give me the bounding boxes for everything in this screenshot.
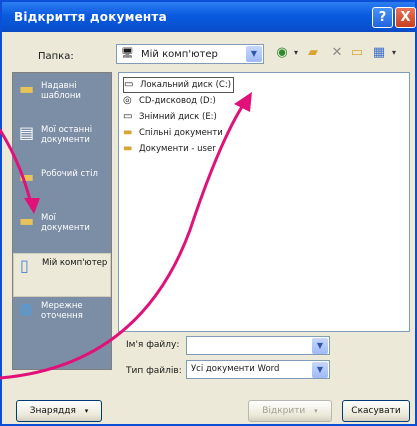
file-name-text: Документи - user — [139, 144, 216, 154]
place-desktop[interactable]: ▬ Робочий стіл — [13, 165, 111, 209]
place-recent-documents[interactable]: ▤ Мої останні документи — [13, 121, 111, 165]
close-button[interactable]: X — [395, 7, 416, 28]
file-name-text: Знімний диск (E:) — [139, 112, 217, 122]
place-templates[interactable]: ▬ Надавні шаблони — [13, 77, 111, 121]
file-name-label: Ім'я файлу: — [126, 340, 180, 350]
look-in-dropdown[interactable]: 🖥 Мій комп'ютер ▼ — [116, 44, 264, 64]
place-network[interactable]: ◍ Мережне оточення — [13, 297, 111, 341]
file-name-field[interactable]: ▼ — [186, 336, 330, 355]
tools-button-label: Знаряддя — [29, 406, 76, 416]
places-bar: ▬ Надавні шаблони ▤ Мої останні документ… — [12, 72, 112, 370]
place-label: Мої документи — [41, 213, 90, 233]
help-button[interactable]: ? — [372, 7, 393, 28]
file-name-text: Локальний диск (C:) — [140, 80, 232, 90]
back-icon[interactable]: ◉ — [274, 45, 290, 61]
list-item[interactable]: ▭ Знімний диск (E:) — [123, 110, 217, 124]
place-label: Мережне оточення — [41, 301, 83, 321]
place-label: Надавні шаблони — [41, 81, 81, 101]
list-item[interactable]: ▬ Документи - user — [123, 142, 216, 156]
my-computer-icon: 🖥 — [121, 48, 134, 59]
file-name-text: CD-дисковод (D:) — [139, 96, 216, 106]
local-disk-icon: ▭ — [124, 79, 134, 90]
file-type-value: Усі документи Word — [191, 364, 280, 374]
cd-drive-icon: ◎ — [123, 95, 132, 106]
place-label: Робочий стіл — [41, 169, 98, 179]
up-folder-icon[interactable]: ▰ — [304, 45, 322, 61]
folder-icon: ▬ — [123, 127, 133, 138]
open-document-dialog: Відкриття документа ? X Папка: 🖥 Мій ком… — [0, 0, 417, 426]
place-my-documents[interactable]: ▬ Мої документи — [13, 209, 111, 253]
open-button-label: Відкрити — [262, 406, 306, 416]
list-item[interactable]: ▭ Локальний диск (C:) — [123, 77, 235, 93]
open-button[interactable]: Відкрити ▾ — [248, 400, 332, 422]
place-label: Мої останні документи — [41, 125, 93, 145]
window-title: Відкриття документа — [14, 10, 167, 24]
removable-disk-icon: ▭ — [123, 111, 133, 122]
my-documents-icon: ▤ — [19, 123, 35, 142]
views-dropdown-icon[interactable]: ▾ — [388, 45, 400, 61]
look-in-value: Мій комп'ютер — [141, 49, 218, 60]
file-name-text: Спільні документи — [139, 128, 223, 138]
views-icon[interactable]: ▦ — [370, 45, 388, 61]
chevron-down-icon[interactable]: ▼ — [312, 338, 328, 354]
file-list[interactable]: ▭ Локальний диск (C:) ◎ CD-дисковод (D:) ▭… — [118, 72, 410, 332]
list-item[interactable]: ▬ Спільні документи — [123, 126, 223, 140]
cancel-button[interactable]: Скасувати — [342, 400, 410, 422]
place-my-computer[interactable]: ▯ Мій комп'ютер — [13, 253, 111, 297]
my-documents-folder-icon: ▬ — [19, 211, 35, 230]
chevron-down-icon[interactable]: ▼ — [246, 46, 262, 62]
look-in-label: Папка: — [38, 51, 74, 62]
delete-icon[interactable]: ✕ — [330, 45, 344, 61]
desktop-icon: ▬ — [19, 167, 35, 186]
network-icon: ◍ — [19, 299, 33, 318]
chevron-down-icon[interactable]: ▼ — [312, 362, 328, 378]
chevron-down-icon: ▾ — [84, 407, 89, 415]
history-icon: ▬ — [19, 79, 35, 98]
list-item[interactable]: ◎ CD-дисковод (D:) — [123, 94, 216, 108]
place-label: Мій комп'ютер — [42, 258, 108, 268]
new-folder-icon[interactable]: ▭ — [348, 45, 366, 61]
file-type-label: Тип файлів: — [126, 366, 182, 376]
tools-button[interactable]: Знаряддя ▾ — [16, 400, 102, 422]
back-dropdown-icon[interactable]: ▾ — [291, 45, 301, 61]
folder-icon: ▬ — [123, 143, 133, 154]
file-type-dropdown[interactable]: Усі документи Word ▼ — [186, 360, 330, 379]
my-computer-icon: ▯ — [20, 256, 29, 275]
title-bar[interactable]: Відкриття документа ? X — [2, 2, 416, 32]
chevron-down-icon: ▾ — [314, 407, 318, 415]
